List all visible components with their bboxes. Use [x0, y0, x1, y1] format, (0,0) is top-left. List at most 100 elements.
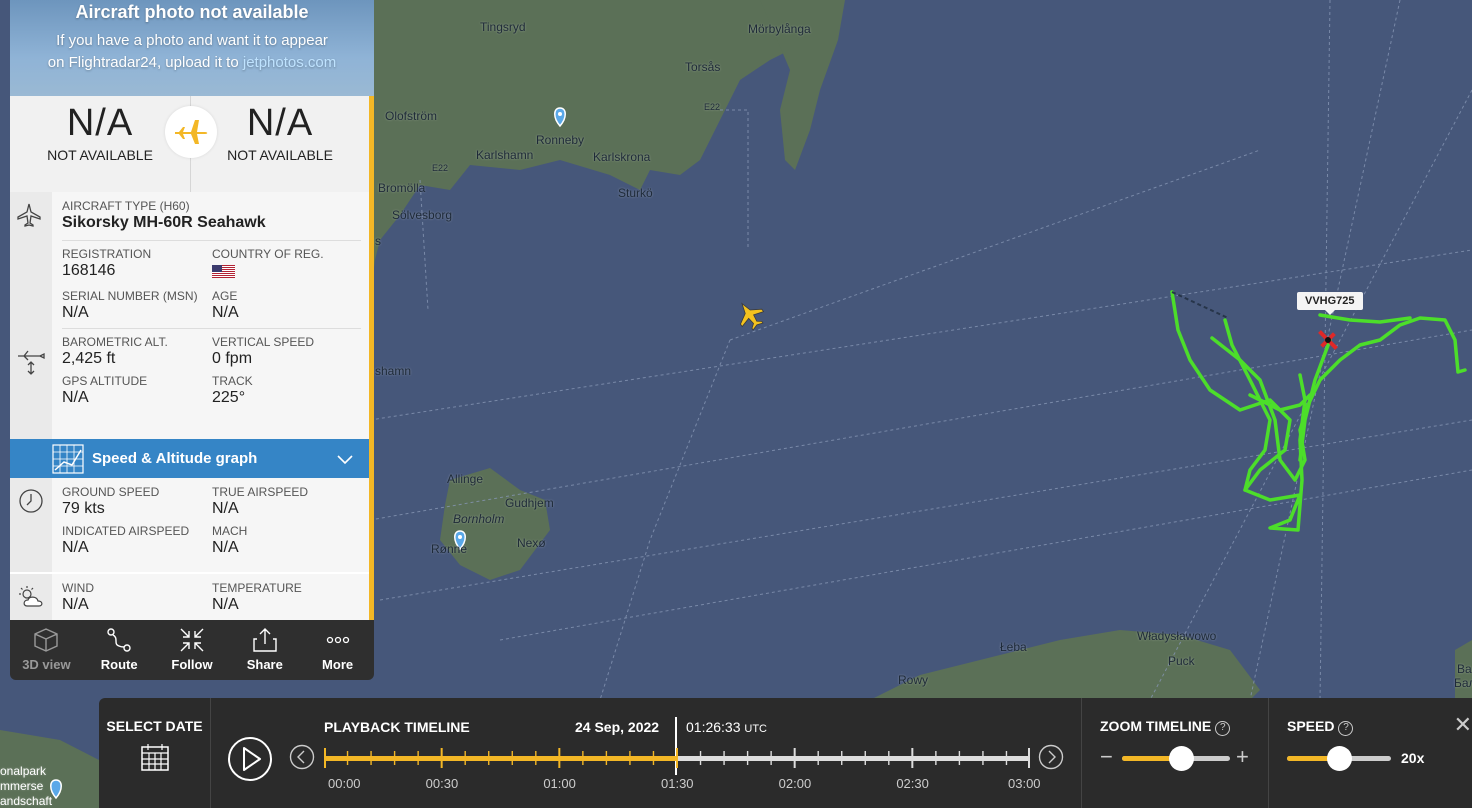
route-plane-badge: [165, 106, 217, 158]
photo-message-prefix: on Flightradar24, upload it to: [47, 54, 243, 71]
indicated-airspeed-row: INDICATED AIRSPEED N/A MACH N/A: [62, 524, 369, 563]
playback-time: 01:26:33 UTC: [686, 719, 767, 735]
speed-details: GROUND SPEED 79 kts TRUE AIRSPEED N/A IN…: [10, 478, 374, 620]
3d-view-button[interactable]: 3D view: [10, 620, 83, 680]
share-icon: [253, 628, 277, 652]
vertical-speed-cell: VERTICAL SPEED 0 fpm: [212, 335, 362, 368]
jetphotos-link[interactable]: jetphotos.com: [243, 54, 336, 71]
zoom-timeline-title: ZOOM TIMELINE: [1100, 718, 1212, 734]
destination-airport[interactable]: N/A NOT AVAILABLE: [190, 96, 370, 192]
map-label: onalpark: [0, 764, 47, 778]
weather-section: WIND N/A TEMPERATURE N/A: [10, 574, 369, 620]
aircraft-type-name: Sikorsky MH-60R Seahawk: [62, 214, 266, 231]
mach-label: MACH: [212, 524, 248, 538]
speed-slider-handle[interactable]: [1327, 746, 1352, 771]
zoom-out-button[interactable]: −: [1100, 744, 1113, 770]
section-separator: [62, 240, 361, 241]
destination-name: NOT AVAILABLE: [227, 147, 333, 163]
help-icon[interactable]: ?: [1338, 721, 1354, 736]
speed-title: SPEED: [1287, 718, 1335, 734]
timeline-tick-label: 02:00: [778, 776, 812, 791]
map-label: Rønne: [431, 542, 468, 556]
ground-speed-row: GROUND SPEED 79 kts TRUE AIRSPEED N/A: [62, 485, 369, 524]
map-label: Olofström: [385, 109, 438, 123]
us-flag-icon: [212, 265, 235, 278]
track-value: 225°: [212, 389, 246, 406]
registration-value: 168146: [62, 262, 116, 279]
more-label: More: [322, 657, 354, 672]
follow-button[interactable]: Follow: [156, 620, 229, 680]
indicated-airspeed-cell: INDICATED AIRSPEED N/A: [62, 524, 212, 557]
true-airspeed-label: TRUE AIRSPEED: [212, 485, 309, 499]
map-label: Rowy: [898, 673, 929, 687]
gps-row: GPS ALTITUDE N/A TRACK 225°: [62, 374, 369, 413]
serial-row: SERIAL NUMBER (MSN) N/A AGE N/A: [62, 289, 369, 328]
zoom-in-button[interactable]: +: [1236, 744, 1249, 770]
graph-icon: [52, 443, 84, 474]
zoom-slider[interactable]: [1122, 746, 1230, 771]
country-label: COUNTRY OF REG.: [212, 247, 324, 261]
indicated-airspeed-label: INDICATED AIRSPEED: [62, 524, 190, 538]
ground-speed-value: 79 kts: [62, 500, 105, 517]
map-label: Puck: [1168, 654, 1195, 668]
panel-toolbar: 3D view Route Follow Share More: [10, 620, 374, 680]
temperature-cell: TEMPERATURE N/A: [212, 581, 362, 614]
timeline-tick-label: 00:30: [425, 776, 459, 791]
speed-slider[interactable]: [1287, 746, 1391, 771]
wind-label: WIND: [62, 581, 94, 595]
map-label: Łeba: [1000, 640, 1027, 654]
step-back-button[interactable]: [289, 744, 315, 770]
map-label: shamn: [375, 364, 412, 378]
weather-section-body: WIND N/A TEMPERATURE N/A: [52, 574, 369, 620]
aircraft-section-body: AIRCRAFT TYPE (H60) Sikorsky MH-60R Seah…: [52, 192, 369, 439]
follow-label: Follow: [171, 657, 213, 672]
temperature-value: N/A: [212, 596, 239, 613]
map-label: mmerse: [0, 779, 44, 793]
true-airspeed-cell: TRUE AIRSPEED N/A: [212, 485, 362, 518]
photo-title: Aircraft photo not available: [75, 2, 309, 22]
gps-alt-cell: GPS ALTITUDE N/A: [62, 374, 212, 407]
follow-icon: [180, 628, 204, 652]
gps-alt-label: GPS ALTITUDE: [62, 374, 148, 388]
photo-message-line1: If you have a photo and want it to appea…: [56, 32, 328, 49]
ground-speed-cell: GROUND SPEED 79 kts: [62, 485, 212, 518]
timeline-tick-label: 02:30: [896, 776, 929, 791]
zoom-timeline: ZOOM TIMELINE? − +: [1082, 698, 1269, 808]
play-button[interactable]: [227, 736, 273, 782]
baro-alt-value: 2,425 ft: [62, 350, 116, 367]
playback-timeline: PLAYBACK TIMELINE 24 Sep, 2022 01:26:33 …: [211, 698, 1082, 808]
map-label: s: [375, 234, 381, 248]
speed-altitude-graph-toggle[interactable]: Speed & Altitude graph: [10, 439, 374, 478]
origin-code: N/A: [66, 102, 134, 144]
zoom-slider-handle[interactable]: [1169, 746, 1195, 771]
plane-outline-icon: [17, 203, 41, 227]
timeline-tick-label: 03:00: [1008, 776, 1041, 791]
origin-airport[interactable]: N/A NOT AVAILABLE: [10, 96, 190, 192]
share-button[interactable]: Share: [228, 620, 301, 680]
help-icon[interactable]: ?: [1215, 721, 1231, 736]
more-button[interactable]: More: [301, 620, 374, 680]
map-label: Allinge: [447, 472, 484, 486]
map-label: Sölvesborg: [392, 208, 453, 222]
timeline-tick-label: 01:00: [543, 776, 576, 791]
speed-section-icon-column: [10, 478, 52, 572]
map-label: E22: [432, 163, 449, 173]
step-forward-button[interactable]: [1038, 744, 1064, 770]
registration-label: REGISTRATION: [62, 247, 152, 261]
close-icon[interactable]: ✕: [1454, 712, 1472, 738]
route-icon: [107, 628, 131, 652]
select-date-label: SELECT DATE: [106, 718, 203, 734]
altitude-row: BAROMETRIC ALT. 2,425 ft VERTICAL SPEED …: [62, 335, 369, 374]
select-date-button[interactable]: SELECT DATE: [99, 698, 211, 808]
true-airspeed-value: N/A: [212, 500, 239, 517]
serial-cell: SERIAL NUMBER (MSN) N/A: [62, 289, 212, 322]
callsign-label[interactable]: VVHG725: [1297, 292, 1363, 315]
speed-section: GROUND SPEED 79 kts TRUE AIRSPEED N/A IN…: [10, 478, 369, 574]
weather-icon: [19, 586, 43, 607]
cube-icon: [34, 628, 59, 652]
registration-row: REGISTRATION 168146 COUNTRY OF REG.: [62, 247, 369, 289]
baro-alt-cell: BAROMETRIC ALT. 2,425 ft: [62, 335, 212, 368]
timeline-tick-label: 01:30: [661, 776, 694, 791]
map-label: Gudhjem: [505, 496, 554, 510]
route-button[interactable]: Route: [83, 620, 156, 680]
